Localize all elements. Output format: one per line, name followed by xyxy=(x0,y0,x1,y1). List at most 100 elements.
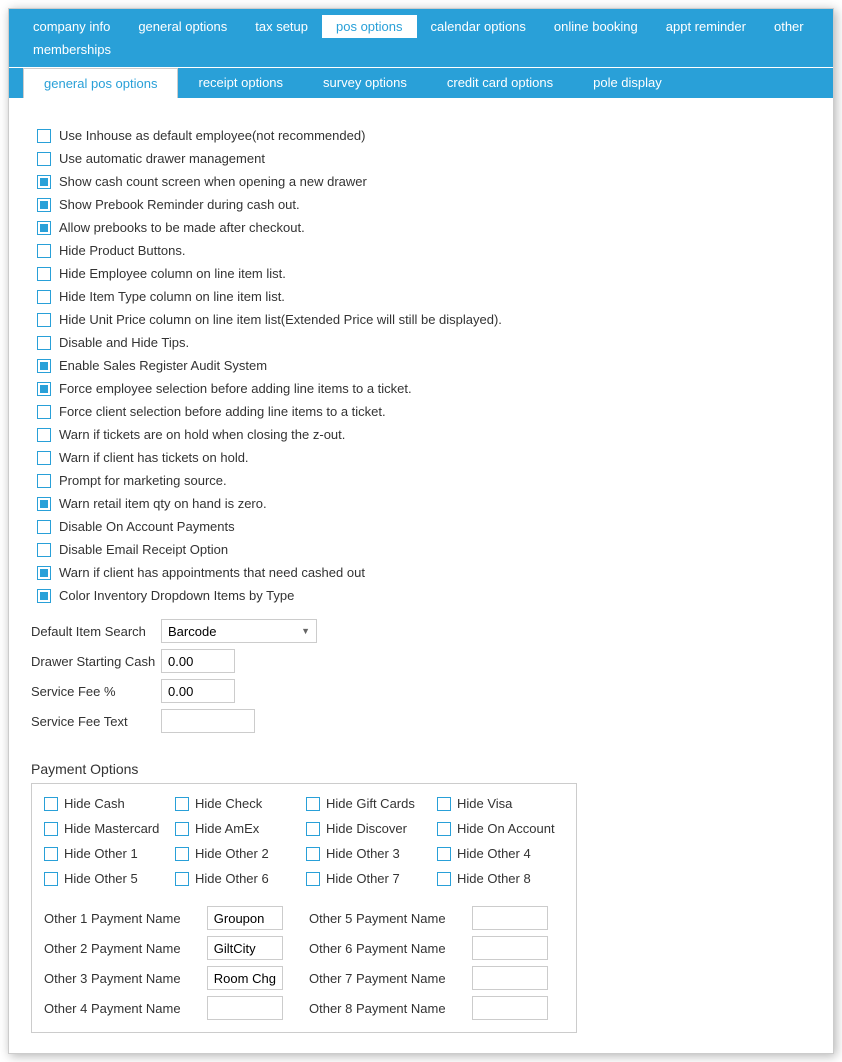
default-item-search-select[interactable]: Barcode ▼ xyxy=(161,619,317,643)
checkbox-label: Warn if client has tickets on hold. xyxy=(59,450,249,465)
payment-hide-cell: Hide Other 4 xyxy=(437,846,564,861)
checkbox-row: Color Inventory Dropdown Items by Type xyxy=(37,588,811,603)
payment-hide-cell: Hide Other 5 xyxy=(44,871,171,886)
top-nav-item[interactable]: company info xyxy=(19,15,124,38)
checkbox[interactable] xyxy=(37,175,51,189)
payment-hide-cell: Hide Other 3 xyxy=(306,846,433,861)
payment-name-input[interactable] xyxy=(207,936,283,960)
payment-hide-cell: Hide Other 6 xyxy=(175,871,302,886)
sub-nav-item[interactable]: survey options xyxy=(303,68,427,98)
checkbox[interactable] xyxy=(37,428,51,442)
checkbox[interactable] xyxy=(175,822,189,836)
payment-name-input[interactable] xyxy=(472,996,548,1020)
checkbox-row: Use automatic drawer management xyxy=(37,151,811,166)
payment-hide-cell: Hide Mastercard xyxy=(44,821,171,836)
checkbox[interactable] xyxy=(175,847,189,861)
top-nav-item[interactable]: calendar options xyxy=(417,15,540,38)
checkbox[interactable] xyxy=(437,872,451,886)
checkbox-label: Allow prebooks to be made after checkout… xyxy=(59,220,305,235)
checkbox[interactable] xyxy=(37,543,51,557)
payment-hide-cell: Hide On Account xyxy=(437,821,564,836)
checkbox[interactable] xyxy=(44,822,58,836)
checkbox[interactable] xyxy=(175,872,189,886)
payment-name-label: Other 2 Payment Name xyxy=(44,941,197,956)
service-fee-text-row: Service Fee Text xyxy=(31,709,811,733)
checkbox[interactable] xyxy=(437,797,451,811)
checkbox-label: Hide Discover xyxy=(326,821,407,836)
checkbox[interactable] xyxy=(37,290,51,304)
checkbox[interactable] xyxy=(37,129,51,143)
service-fee-percent-label: Service Fee % xyxy=(31,684,161,699)
top-nav-item[interactable]: other xyxy=(760,15,818,38)
service-fee-text-input[interactable] xyxy=(161,709,255,733)
sub-nav-item[interactable]: pole display xyxy=(573,68,682,98)
checkbox[interactable] xyxy=(175,797,189,811)
checkbox[interactable] xyxy=(37,336,51,350)
checkbox[interactable] xyxy=(37,589,51,603)
checkbox[interactable] xyxy=(37,244,51,258)
payment-name-input[interactable] xyxy=(207,966,283,990)
checkbox-row: Allow prebooks to be made after checkout… xyxy=(37,220,811,235)
checkbox[interactable] xyxy=(37,313,51,327)
payment-hide-cell: Hide Check xyxy=(175,796,302,811)
checkbox-row: Hide Employee column on line item list. xyxy=(37,266,811,281)
payment-name-input[interactable] xyxy=(207,906,283,930)
payment-hide-cell: Hide Other 7 xyxy=(306,871,433,886)
checkbox-label: Hide On Account xyxy=(457,821,555,836)
checkbox[interactable] xyxy=(306,847,320,861)
checkbox[interactable] xyxy=(37,359,51,373)
checkbox[interactable] xyxy=(37,267,51,281)
payment-name-input[interactable] xyxy=(472,906,548,930)
payment-hide-cell: Hide Gift Cards xyxy=(306,796,433,811)
checkbox[interactable] xyxy=(44,797,58,811)
sub-nav-item[interactable]: receipt options xyxy=(178,68,303,98)
checkbox-label: Hide Unit Price column on line item list… xyxy=(59,312,502,327)
checkbox-label: Show Prebook Reminder during cash out. xyxy=(59,197,300,212)
checkbox[interactable] xyxy=(37,474,51,488)
checkbox[interactable] xyxy=(437,822,451,836)
checkbox[interactable] xyxy=(306,797,320,811)
checkbox-label: Hide Gift Cards xyxy=(326,796,415,811)
checkbox[interactable] xyxy=(37,152,51,166)
payment-name-label: Other 4 Payment Name xyxy=(44,1001,197,1016)
sub-nav-item[interactable]: credit card options xyxy=(427,68,573,98)
checkbox-row: Warn if tickets are on hold when closing… xyxy=(37,427,811,442)
checkbox-label: Warn if client has appointments that nee… xyxy=(59,565,365,580)
checkbox[interactable] xyxy=(306,872,320,886)
top-nav-item[interactable]: general options xyxy=(124,15,241,38)
payment-name-input[interactable] xyxy=(207,996,283,1020)
checkbox[interactable] xyxy=(37,198,51,212)
sub-nav-item[interactable]: general pos options xyxy=(23,68,178,98)
top-nav-item[interactable]: appt reminder xyxy=(652,15,760,38)
checkbox-row: Disable Email Receipt Option xyxy=(37,542,811,557)
top-nav-item[interactable]: online booking xyxy=(540,15,652,38)
checkbox[interactable] xyxy=(37,520,51,534)
checkbox[interactable] xyxy=(37,221,51,235)
checkbox-row: Warn retail item qty on hand is zero. xyxy=(37,496,811,511)
payment-name-label: Other 5 Payment Name xyxy=(309,911,462,926)
checkbox[interactable] xyxy=(44,872,58,886)
checkbox[interactable] xyxy=(37,497,51,511)
top-nav-item[interactable]: pos options xyxy=(322,15,417,38)
top-nav-item[interactable]: memberships xyxy=(19,38,125,61)
checkbox-label: Show cash count screen when opening a ne… xyxy=(59,174,367,189)
checkbox-label: Hide Other 6 xyxy=(195,871,269,886)
checkbox-row: Force employee selection before adding l… xyxy=(37,381,811,396)
payment-name-label: Other 8 Payment Name xyxy=(309,1001,462,1016)
payment-name-input[interactable] xyxy=(472,966,548,990)
checkbox-row: Disable and Hide Tips. xyxy=(37,335,811,350)
checkbox[interactable] xyxy=(37,566,51,580)
checkbox[interactable] xyxy=(37,405,51,419)
checkbox-label: Hide AmEx xyxy=(195,821,259,836)
checkbox[interactable] xyxy=(37,382,51,396)
checkbox[interactable] xyxy=(306,822,320,836)
drawer-starting-cash-input[interactable] xyxy=(161,649,235,673)
payment-name-input[interactable] xyxy=(472,936,548,960)
top-nav-item[interactable]: tax setup xyxy=(241,15,322,38)
checkbox[interactable] xyxy=(37,451,51,465)
checkbox[interactable] xyxy=(44,847,58,861)
checkbox[interactable] xyxy=(437,847,451,861)
checkbox-label: Hide Other 3 xyxy=(326,846,400,861)
payment-hide-grid: Hide CashHide CheckHide Gift CardsHide V… xyxy=(44,796,564,886)
service-fee-percent-input[interactable] xyxy=(161,679,235,703)
